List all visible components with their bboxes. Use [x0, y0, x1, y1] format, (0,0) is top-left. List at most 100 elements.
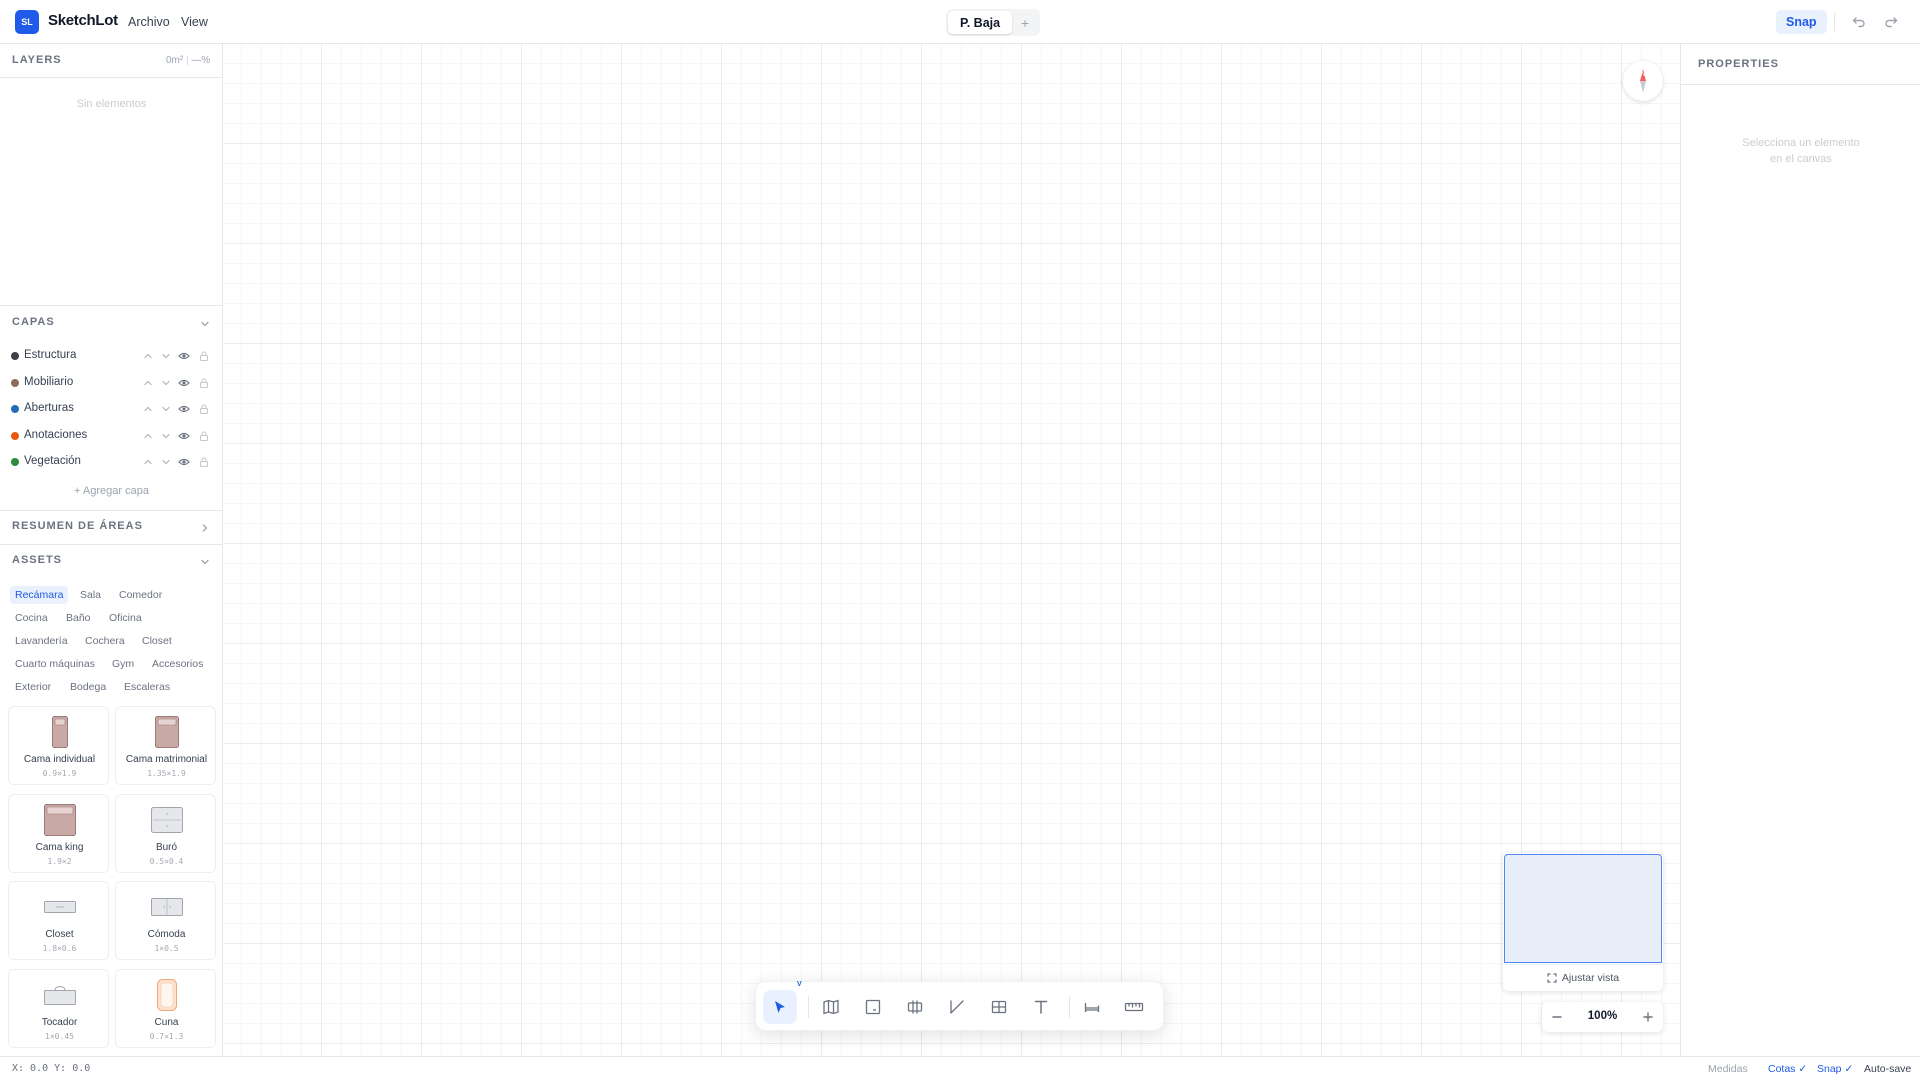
chevron-down-icon[interactable] [160, 403, 172, 415]
chevron-down-icon[interactable] [199, 556, 211, 568]
undo-icon[interactable] [1849, 12, 1869, 32]
menu-view[interactable]: View [181, 15, 208, 29]
eye-icon[interactable] [178, 456, 190, 468]
asset-category-chip[interactable]: Baño [61, 609, 96, 627]
asset-card[interactable]: Cama king 1.9×2 [8, 793, 110, 873]
layer-row[interactable]: Mobiliario [0, 370, 223, 396]
eye-icon[interactable] [178, 377, 190, 389]
snap-toggle[interactable]: Snap ✓ [1817, 1063, 1853, 1075]
add-floor-button[interactable]: + [1012, 11, 1038, 34]
cursor-coordinates: X: 0.0 Y: 0.0 [12, 1063, 91, 1074]
fit-view-button[interactable]: Ajustar vista [1503, 964, 1663, 990]
minimap[interactable]: Ajustar vista [1503, 853, 1663, 991]
snap-toggle-button[interactable]: Snap [1776, 10, 1827, 34]
lock-icon[interactable] [198, 430, 210, 442]
asset-category-chip[interactable]: Oficina [104, 609, 147, 627]
floor-tabs: P. Baja + [946, 9, 1041, 36]
asset-card[interactable]: Cuna 0.7×1.3 [115, 968, 216, 1048]
lock-icon[interactable] [198, 350, 210, 362]
asset-category-chip[interactable]: Recámara [10, 586, 69, 604]
furniture-tool-button[interactable] [1075, 990, 1109, 1024]
asset-category-chip[interactable]: Escaleras [119, 678, 175, 696]
asset-category-chip[interactable]: Sala [75, 586, 106, 604]
add-layer-button[interactable]: + Agregar capa [0, 485, 223, 497]
asset-name: Closet [45, 929, 74, 940]
asset-card[interactable]: Cama individual 0.9×1.9 [8, 706, 109, 785]
asset-card[interactable]: Tocador 1×0.45 [8, 968, 110, 1048]
chevron-up-icon[interactable] [142, 350, 154, 362]
chevron-down-icon[interactable] [199, 318, 211, 330]
menu-archivo[interactable]: Archivo [128, 15, 170, 29]
asset-category-chip[interactable]: Gym [107, 655, 139, 673]
chevron-right-icon[interactable] [199, 522, 211, 534]
asset-category-chip[interactable]: Cocina [10, 609, 53, 627]
redo-icon[interactable] [1881, 12, 1901, 32]
asset-category-chip[interactable]: Cuarto máquinas [10, 655, 100, 673]
asset-card[interactable]: Cama matrimonial 1.35×1.9 [115, 706, 216, 785]
layer-row[interactable]: Vegetación [0, 449, 223, 475]
room-icon [865, 999, 881, 1015]
asset-category-chip[interactable]: Comedor [114, 586, 167, 604]
tab-planta-baja[interactable]: P. Baja [948, 11, 1013, 34]
layers-percent: —% [191, 55, 211, 66]
layers-title: LAYERS [12, 54, 62, 66]
eye-icon[interactable] [178, 430, 190, 442]
asset-category-chip[interactable]: Bodega [65, 678, 111, 696]
minimap-viewport[interactable] [1504, 854, 1662, 963]
zoom-out-button[interactable] [1542, 1002, 1572, 1032]
chevron-down-icon[interactable] [160, 456, 172, 468]
select-tool-button[interactable] [763, 990, 797, 1024]
layer-row[interactable]: Aberturas [0, 396, 223, 422]
asset-card[interactable]: Cómoda 1×0.5 [115, 881, 216, 960]
asset-card[interactable]: Closet 1.8×0.6 [8, 881, 109, 960]
divider [0, 305, 223, 306]
layer-color-dot [11, 458, 19, 466]
layer-name: Vegetación [24, 455, 81, 467]
room-tool-button[interactable] [856, 990, 890, 1024]
asset-category-chip[interactable]: Lavandería [10, 632, 73, 650]
king-bed-icon [9, 803, 110, 837]
lock-icon[interactable] [198, 377, 210, 389]
eye-icon[interactable] [178, 403, 190, 415]
properties-panel: PROPERTIES Selecciona un elemento en el … [1680, 44, 1920, 1056]
window-tool-button[interactable] [982, 990, 1016, 1024]
autosave-status: Auto-save [1864, 1063, 1912, 1075]
dimensions-toggle[interactable]: Cotas ✓ [1768, 1063, 1807, 1075]
properties-empty-line: en el canvas [1770, 153, 1832, 165]
lock-icon[interactable] [198, 456, 210, 468]
drawing-canvas[interactable] [224, 44, 1680, 1056]
chevron-up-icon[interactable] [142, 456, 154, 468]
asset-dimensions: 1.9×2 [47, 856, 72, 866]
layers-empty-text: Sin elementos [76, 98, 147, 110]
text-tool-button[interactable] [1024, 990, 1058, 1024]
zoom-in-button[interactable] [1633, 1002, 1663, 1032]
vanity-icon [9, 978, 110, 1012]
line-tool-button[interactable] [940, 990, 974, 1024]
chevron-down-icon[interactable] [160, 430, 172, 442]
asset-category-chip[interactable]: Accesorios [147, 655, 208, 673]
properties-empty-text: Selecciona un elemento en el canvas [1681, 135, 1920, 167]
chevron-up-icon[interactable] [142, 377, 154, 389]
measure-tool-button[interactable] [1117, 990, 1151, 1024]
compass-icon[interactable]: N [1623, 61, 1663, 101]
wall-tool-button[interactable] [898, 990, 932, 1024]
layer-row[interactable]: Anotaciones [0, 423, 223, 449]
toolbar-divider [808, 996, 809, 1018]
eye-icon[interactable] [178, 350, 190, 362]
layer-row[interactable]: Estructura [0, 343, 223, 369]
asset-category-chip[interactable]: Exterior [10, 678, 56, 696]
asset-name: Tocador [41, 1016, 78, 1028]
plan-tool-button[interactable] [814, 990, 848, 1024]
asset-dimensions: 0.5×0.4 [149, 856, 184, 866]
chevron-up-icon[interactable] [142, 403, 154, 415]
chevron-up-icon[interactable] [142, 430, 154, 442]
asset-category-chip[interactable]: Cochera [80, 632, 130, 650]
chevron-down-icon[interactable] [160, 350, 172, 362]
asset-card[interactable]: Buró 0.5×0.4 [115, 793, 216, 873]
layer-name: Anotaciones [24, 428, 88, 441]
chevron-down-icon[interactable] [160, 377, 172, 389]
lock-icon[interactable] [198, 403, 210, 415]
measures-toggle[interactable]: Medidas [1708, 1063, 1748, 1075]
assets-title: ASSETS [12, 554, 63, 566]
asset-category-chip[interactable]: Closet [137, 632, 177, 650]
